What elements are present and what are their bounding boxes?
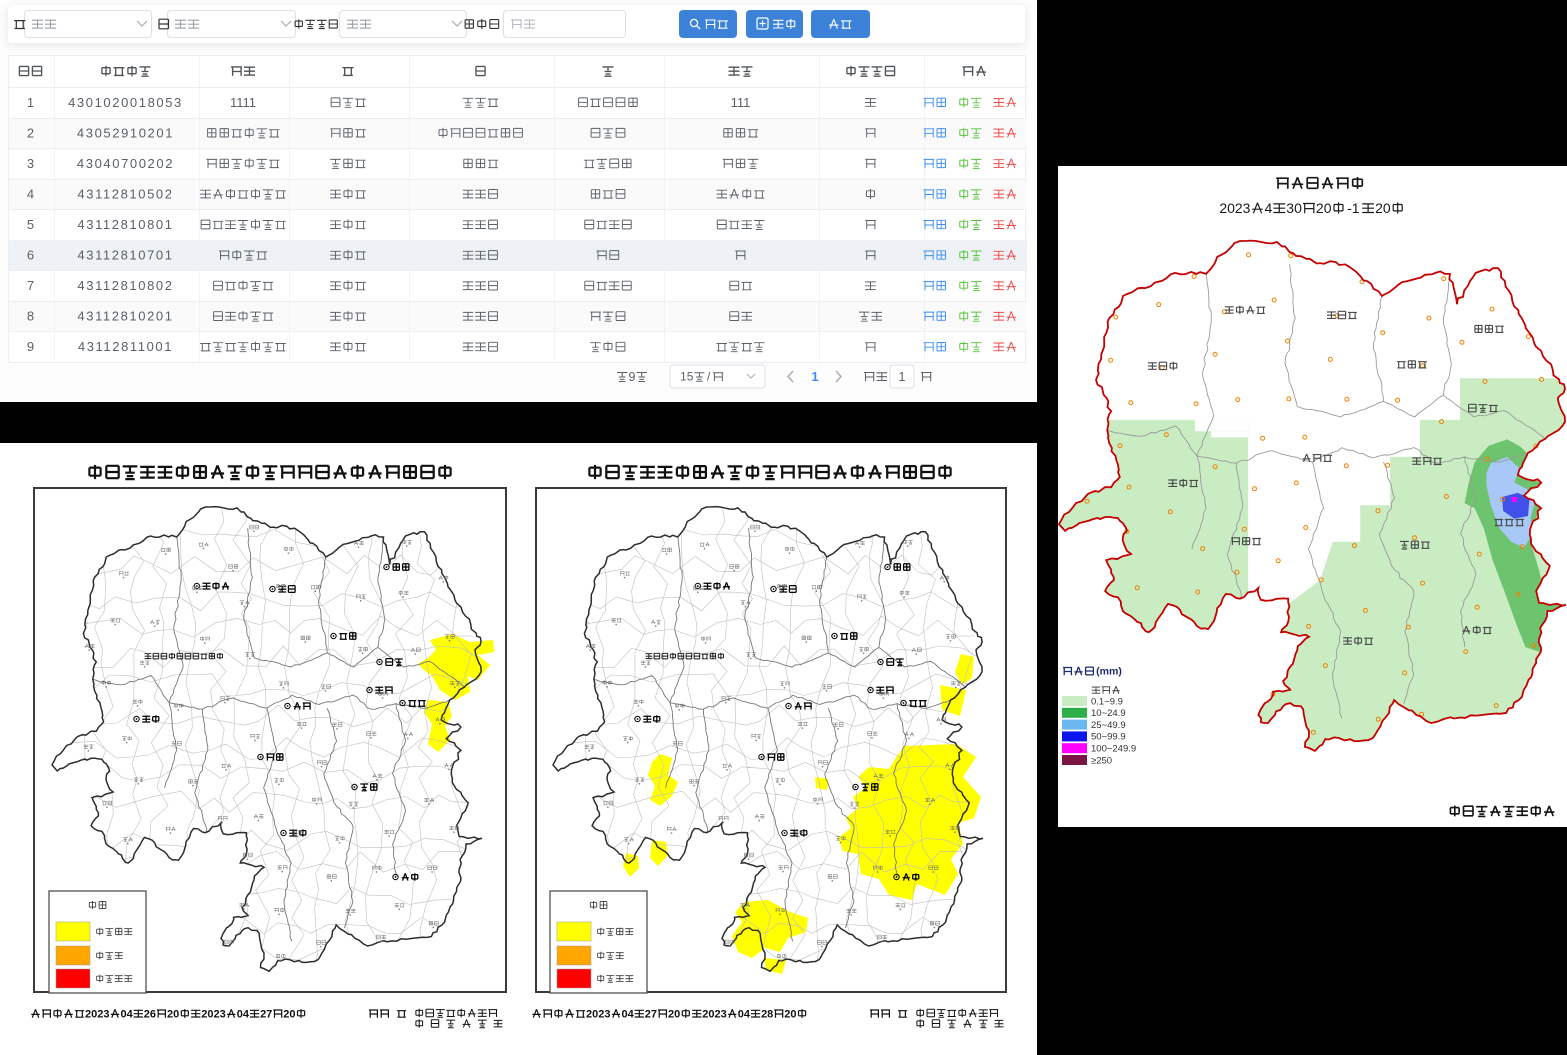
svg-text:4: 4: [1265, 200, 1273, 216]
svg-text:≥250: ≥250: [1091, 755, 1112, 766]
svg-text:-1: -1: [1347, 200, 1360, 216]
svg-text:30: 30: [1286, 200, 1302, 216]
svg-text:50~99.9: 50~99.9: [1091, 732, 1126, 743]
svg-text:20: 20: [1316, 200, 1332, 216]
svg-text:10~24.9: 10~24.9: [1091, 708, 1126, 719]
svg-text:(mm): (mm): [1096, 666, 1122, 678]
svg-text:25~49.9: 25~49.9: [1091, 720, 1126, 731]
svg-text:2023: 2023: [1219, 200, 1250, 216]
svg-text:0.1~9.9: 0.1~9.9: [1091, 696, 1123, 707]
svg-text:100~249.9: 100~249.9: [1091, 744, 1136, 755]
svg-text:20: 20: [1375, 200, 1391, 216]
